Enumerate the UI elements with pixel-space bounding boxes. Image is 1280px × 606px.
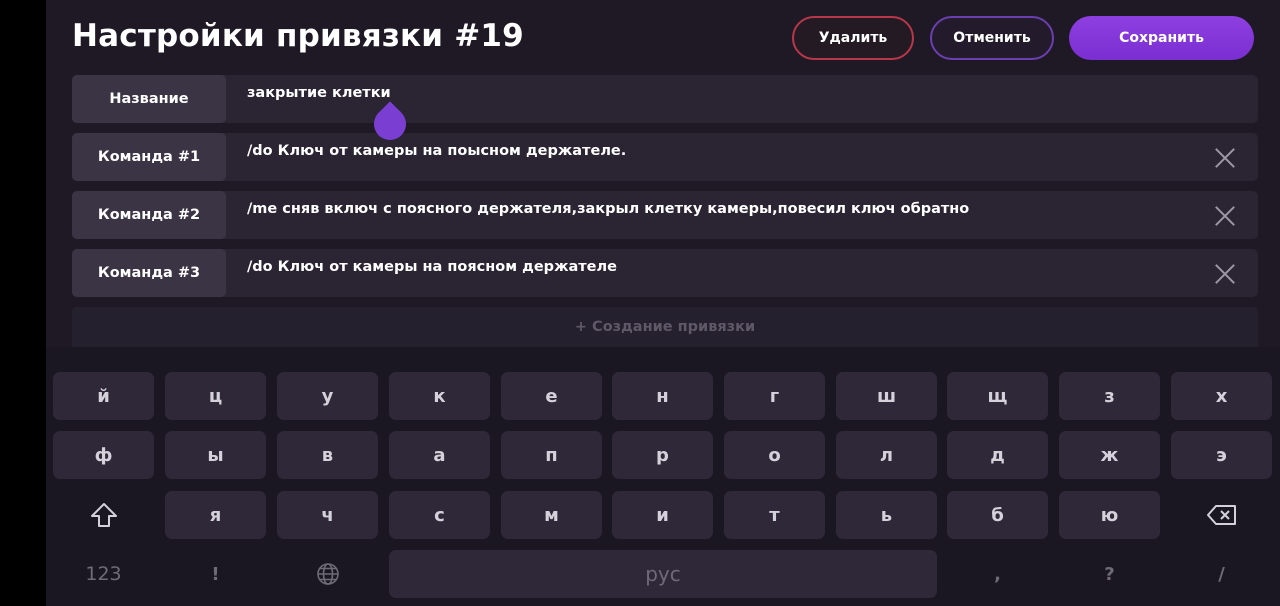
key[interactable]: я	[165, 491, 266, 539]
key[interactable]: ш	[836, 372, 937, 420]
key[interactable]: ь	[836, 491, 937, 539]
name-row: Название закрытие клетки	[72, 75, 1258, 123]
key[interactable]: ц	[165, 372, 266, 420]
key[interactable]: е	[501, 372, 602, 420]
delete-button[interactable]: Удалить	[792, 16, 914, 60]
shift-icon	[90, 503, 117, 527]
command-1-input[interactable]: /do Ключ от камеры на поысном держателе.	[247, 143, 626, 159]
numbers-key[interactable]: 123	[53, 550, 154, 598]
key[interactable]: щ	[947, 372, 1048, 420]
keyboard: й ц у к е н г ш щ з х ф ы в а п р о л д …	[46, 347, 1280, 606]
key[interactable]: ж	[1059, 431, 1160, 479]
save-button[interactable]: Сохранить	[1069, 16, 1254, 60]
backspace-key[interactable]	[1171, 491, 1272, 539]
key[interactable]: м	[501, 491, 602, 539]
key[interactable]: ю	[1059, 491, 1160, 539]
exclamation-key[interactable]: !	[165, 550, 266, 598]
key[interactable]: у	[277, 372, 378, 420]
key[interactable]: ч	[277, 491, 378, 539]
shift-key[interactable]	[53, 491, 154, 539]
key[interactable]: з	[1059, 372, 1160, 420]
question-key[interactable]: ?	[1059, 550, 1160, 598]
backspace-icon	[1206, 505, 1236, 525]
space-key[interactable]: рус	[389, 550, 937, 598]
cancel-button[interactable]: Отменить	[930, 16, 1054, 60]
comma-key[interactable]: ,	[947, 550, 1048, 598]
create-binding-button[interactable]: + Создание привязки	[72, 307, 1258, 347]
command-3-input[interactable]: /do Ключ от камеры на поясном держателе	[247, 259, 617, 275]
close-icon[interactable]	[1214, 205, 1236, 227]
key[interactable]: л	[836, 431, 937, 479]
key[interactable]: а	[389, 431, 490, 479]
close-icon[interactable]	[1214, 263, 1236, 285]
key[interactable]: д	[947, 431, 1048, 479]
key[interactable]: й	[53, 372, 154, 420]
command-row-3: Команда #3 /do Ключ от камеры на поясном…	[72, 249, 1258, 297]
command-1-label: Команда #1	[72, 133, 226, 181]
key[interactable]: п	[501, 431, 602, 479]
command-2-label: Команда #2	[72, 191, 226, 239]
key[interactable]: х	[1171, 372, 1272, 420]
key[interactable]: б	[947, 491, 1048, 539]
name-label: Название	[72, 75, 226, 123]
name-input[interactable]: закрытие клетки	[247, 85, 391, 101]
key[interactable]: э	[1171, 431, 1272, 479]
command-row-1: Команда #1 /do Ключ от камеры на поысном…	[72, 133, 1258, 181]
key[interactable]: о	[724, 431, 825, 479]
close-icon[interactable]	[1214, 147, 1236, 169]
key[interactable]: ы	[165, 431, 266, 479]
command-row-2: Команда #2 /me сняв включ с поясного дер…	[72, 191, 1258, 239]
key[interactable]: и	[612, 491, 713, 539]
key[interactable]: в	[277, 431, 378, 479]
page-title: Настройки привязки #19	[72, 18, 524, 54]
key[interactable]: н	[612, 372, 713, 420]
command-3-label: Команда #3	[72, 249, 226, 297]
slash-key[interactable]: /	[1171, 550, 1272, 598]
binding-settings-screen: Настройки привязки #19 Удалить Отменить …	[46, 0, 1280, 606]
key[interactable]: т	[724, 491, 825, 539]
key[interactable]: р	[612, 431, 713, 479]
command-2-input[interactable]: /me сняв включ с поясного держателя,закр…	[247, 201, 969, 217]
language-key[interactable]	[277, 550, 378, 598]
key[interactable]: г	[724, 372, 825, 420]
globe-icon	[316, 563, 339, 585]
key[interactable]: ф	[53, 431, 154, 479]
key[interactable]: с	[389, 491, 490, 539]
key[interactable]: к	[389, 372, 490, 420]
